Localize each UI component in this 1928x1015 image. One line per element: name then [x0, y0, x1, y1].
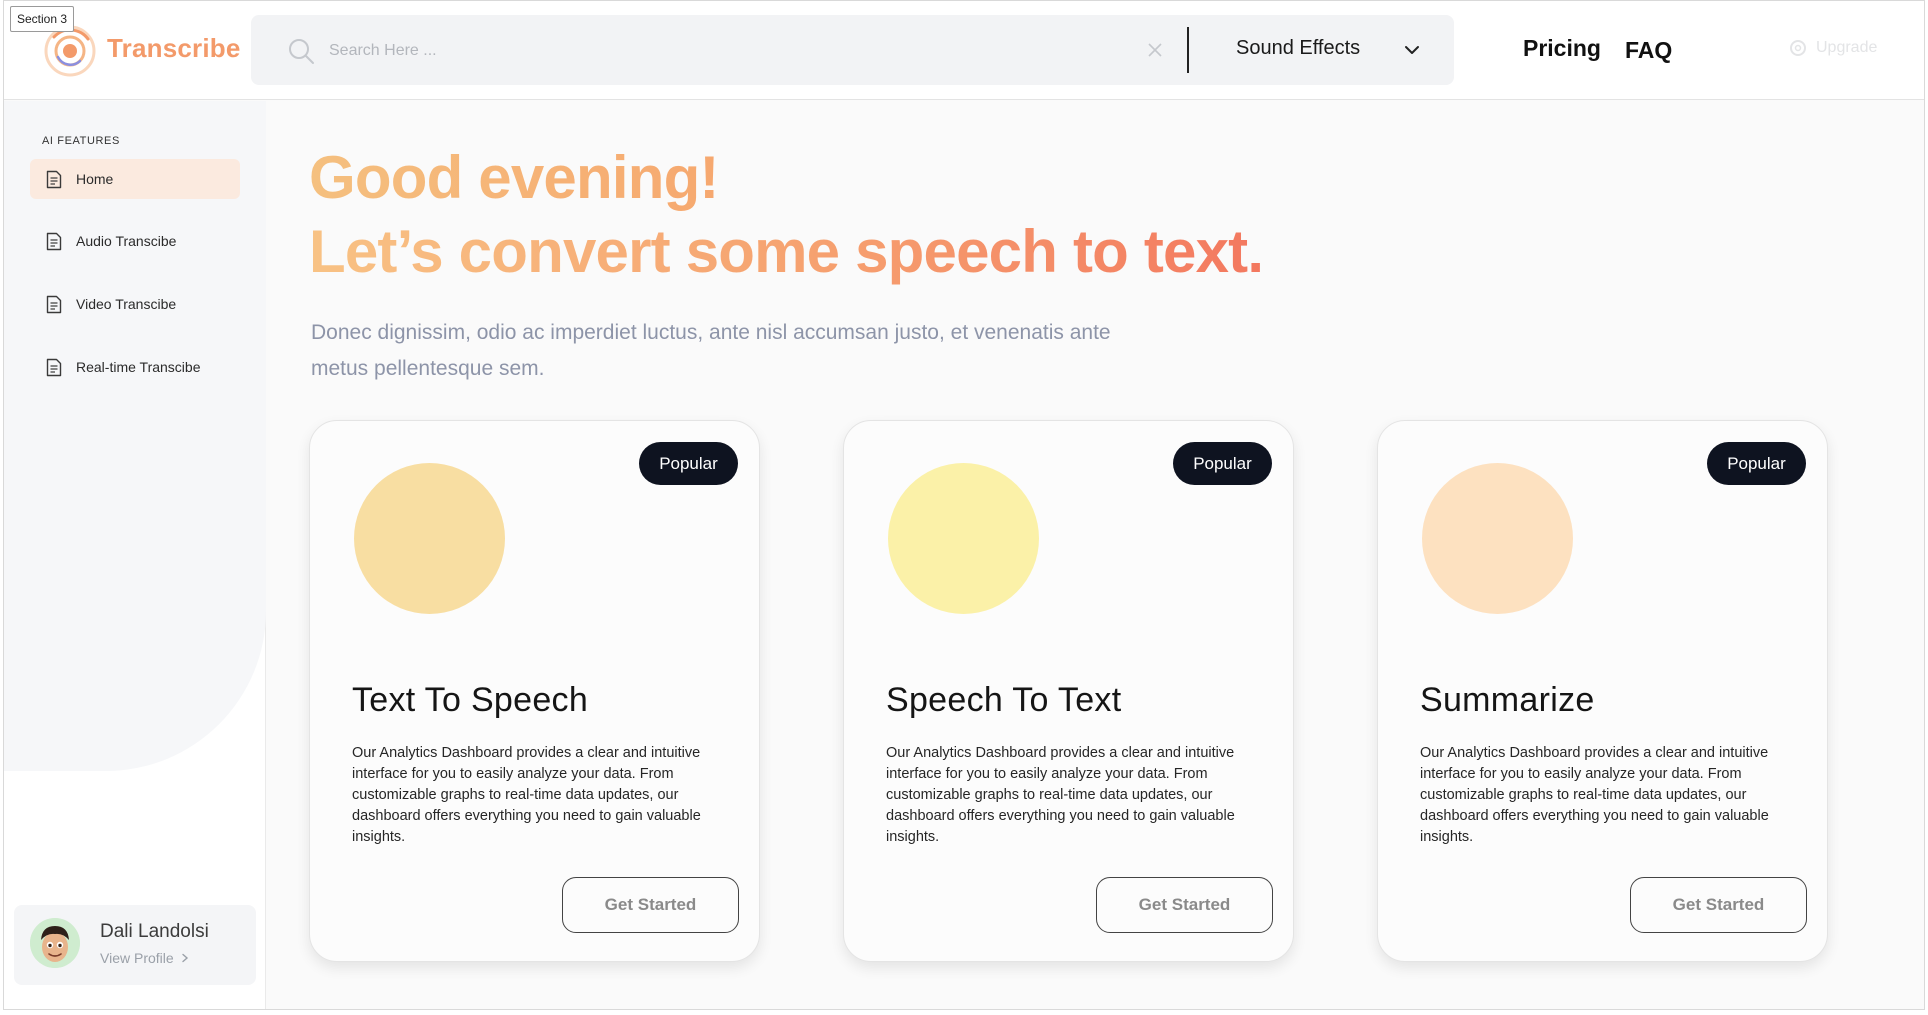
sidebar-item-real-time-transcibe[interactable]: Real-time Transcibe — [30, 347, 240, 387]
card-title: Text To Speech — [352, 681, 589, 719]
get-started-button[interactable]: Get Started — [1096, 877, 1273, 933]
nav-faq[interactable]: FAQ — [1625, 37, 1672, 64]
greeting-title: Good evening! — [309, 144, 719, 211]
section-label: Section 3 — [10, 6, 75, 32]
card-illustration — [354, 463, 505, 614]
get-started-button[interactable]: Get Started — [1630, 877, 1807, 933]
card-description: Our Analytics Dashboard provides a clear… — [1420, 745, 1769, 845]
sidebar-item-label: Audio Transcibe — [76, 233, 177, 249]
view-profile-link[interactable]: View Profile — [100, 950, 190, 966]
upgrade-button[interactable]: Upgrade — [1788, 38, 1877, 58]
avatar[interactable] — [30, 918, 80, 968]
app-frame: Section 3 Transcribe Sound Effects — [3, 0, 1925, 1010]
top-header: Transcribe Sound Effects Pricing FAQ — [4, 1, 1924, 100]
sidebar-item-audio-transcibe[interactable]: Audio Transcibe — [30, 221, 240, 261]
sidebar-item-label: Video Transcibe — [76, 296, 177, 312]
profile-name: Dali Landolsi — [100, 921, 209, 942]
feature-card-text-to-speech: Popular Text To Speech Our Analytics Das… — [309, 420, 760, 962]
document-icon — [46, 232, 62, 250]
card-title: Speech To Text — [886, 681, 1122, 719]
close-icon[interactable] — [1145, 40, 1165, 60]
profile-card[interactable]: Dali Landolsi View Profile — [14, 905, 256, 985]
popular-badge: Popular — [1173, 442, 1272, 485]
card-description: Our Analytics Dashboard provides a clear… — [886, 745, 1235, 845]
avatar-face-icon — [30, 918, 80, 968]
feature-card-summarize: Popular Summarize Our Analytics Dashboar… — [1377, 420, 1828, 962]
category-select[interactable]: Sound Effects — [1236, 37, 1360, 60]
nav-pricing[interactable]: Pricing — [1523, 35, 1601, 62]
feature-card-speech-to-text: Popular Speech To Text Our Analytics Das… — [843, 420, 1294, 962]
card-illustration — [1422, 463, 1573, 614]
upgrade-label: Upgrade — [1816, 39, 1878, 56]
search-bar: Sound Effects — [251, 15, 1454, 85]
chevron-right-icon — [181, 953, 188, 963]
sidebar-item-label: Real-time Transcibe — [76, 359, 201, 375]
search-input[interactable] — [329, 37, 1129, 65]
card-title: Summarize — [1420, 681, 1595, 719]
sidebar-background — [4, 101, 266, 771]
search-divider — [1187, 27, 1189, 73]
popular-badge: Popular — [639, 442, 738, 485]
greeting-subtitle: Let’s convert some speech to text. — [309, 218, 1264, 285]
gear-icon — [1790, 40, 1806, 56]
sidebar: AI FEATURES Home Audio Transcibe Video T… — [4, 101, 266, 1009]
document-icon — [46, 170, 62, 188]
card-description: Our Analytics Dashboard provides a clear… — [352, 745, 701, 845]
view-profile-label: View Profile — [100, 950, 174, 966]
get-started-button[interactable]: Get Started — [562, 877, 739, 933]
popular-badge: Popular — [1707, 442, 1806, 485]
document-icon — [46, 295, 62, 313]
sidebar-item-home[interactable]: Home — [30, 159, 240, 199]
document-icon — [46, 358, 62, 376]
search-icon[interactable] — [287, 37, 315, 65]
intro-text: Donec dignissim, odio ac imperdiet luctu… — [311, 321, 1111, 380]
sidebar-heading: AI FEATURES — [42, 135, 120, 147]
sidebar-item-video-transcibe[interactable]: Video Transcibe — [30, 284, 240, 324]
chevron-down-icon[interactable] — [1401, 39, 1423, 61]
brand-name[interactable]: Transcribe — [107, 33, 241, 64]
card-illustration — [888, 463, 1039, 614]
sidebar-item-label: Home — [76, 171, 114, 187]
